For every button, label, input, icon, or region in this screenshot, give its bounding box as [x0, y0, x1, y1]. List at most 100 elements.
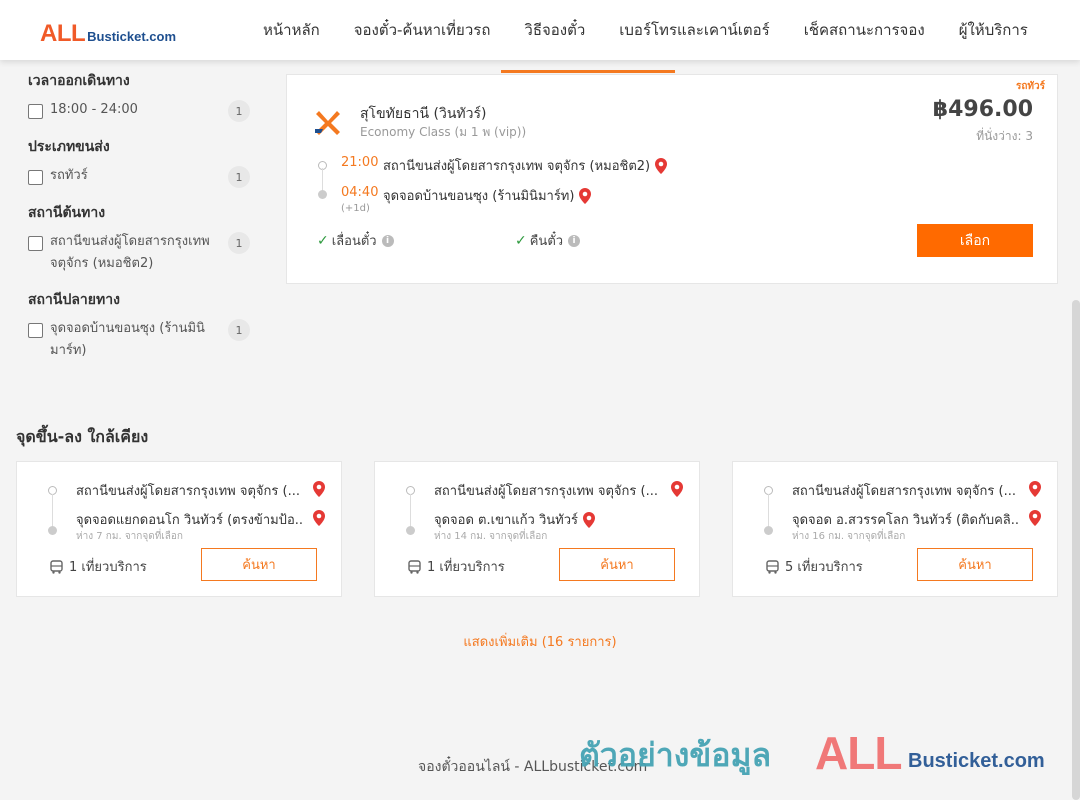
nearby-to-stop: จุดจอด อ.สวรรคโลก วินทัวร์ (ติดกับคลิ... — [792, 513, 1020, 528]
filter-option-label: รถทัวร์ — [50, 168, 88, 183]
seats-available: ที่นั่งว่าง: 3 — [976, 129, 1033, 143]
arrive-time: 04:40 — [341, 185, 379, 200]
depart-stop: สถานีขนส่งผู้โดยสารกรุงเทพ จตุจักร (หมอช… — [383, 155, 668, 176]
filter-option-transport-type[interactable]: รถทัวร์ 1 — [28, 166, 258, 188]
info-icon[interactable]: i — [568, 234, 581, 247]
bus-type-tag: รถทัวร์ — [1015, 81, 1045, 92]
filter-title-departure-time: เวลาออกเดินทาง — [28, 73, 130, 89]
destination-dot-icon — [318, 190, 327, 199]
map-pin-icon[interactable] — [1029, 481, 1041, 497]
top-header: ALL Busticket.com หน้าหลัก จองตั๋ว-ค้นหา… — [0, 0, 1080, 60]
nearby-search-button[interactable]: ค้นหา — [917, 548, 1033, 581]
nearby-trip-count: 5 เที่ยวบริการ — [766, 556, 863, 577]
filter-option-departure-time[interactable]: 18:00 - 24:00 1 — [28, 100, 258, 122]
logo-all-text: ALL — [40, 20, 86, 47]
info-icon[interactable]: i — [381, 234, 394, 247]
arrive-stop-label: จุดจอดบ้านขอนซุง (ร้านมินิมาร์ท) — [383, 189, 575, 204]
filter-count-badge: 1 — [228, 166, 250, 188]
operator-logo-icon — [313, 107, 343, 137]
map-pin-icon[interactable] — [1029, 510, 1041, 526]
depart-time: 21:00 — [341, 155, 379, 170]
nav-how-to-book[interactable]: วิธีจองตั๋ว — [507, 18, 602, 42]
active-tab-indicator — [501, 70, 675, 73]
nearby-to-stop-label: จุดจอด ต.เขาแก้ว วินทัวร์ — [434, 513, 578, 528]
trip-result-card: รถทัวร์ สุโขทัยธานี (วินทัวร์) Economy C… — [286, 74, 1058, 284]
nearby-from-stop: สถานีขนส่งผู้โดยสารกรุงเทพ จตุจักร (... — [434, 484, 658, 499]
map-pin-icon[interactable] — [313, 510, 325, 526]
route-line — [410, 494, 411, 530]
nearby-trip-count-label: 1 เที่ยวบริการ — [427, 560, 505, 575]
select-trip-button[interactable]: เลือก — [917, 224, 1033, 257]
nearby-trip-count-label: 1 เที่ยวบริการ — [69, 560, 147, 575]
filter-option-label: สถานีขนส่งผู้โดยสารกรุงเทพ จตุจักร (หมอช… — [50, 234, 210, 271]
filter-option-origin[interactable]: สถานีขนส่งผู้โดยสารกรุงเทพ จตุจักร (หมอช… — [28, 232, 258, 275]
page-scrollbar[interactable] — [1072, 300, 1080, 800]
nearby-trip-count-label: 5 เที่ยวบริการ — [785, 560, 863, 575]
nearby-card: สถานีขนส่งผู้โดยสารกรุงเทพ จตุจักร (... … — [16, 461, 342, 597]
nearby-distance: ห่าง 16 กม. จากจุดที่เลือก — [792, 531, 906, 542]
show-more-link[interactable]: แสดงเพิ่มเติม (16 รายการ) — [0, 631, 1080, 652]
filter-count-badge: 1 — [228, 232, 250, 254]
nearby-from-stop: สถานีขนส่งผู้โดยสารกรุงเทพ จตุจักร (... — [76, 484, 300, 499]
logo-brand-text: Busticket.com — [87, 29, 177, 44]
nav-book-search[interactable]: จองตั๋ว-ค้นหาเที่ยวรถ — [337, 18, 508, 42]
nearby-trip-count: 1 เที่ยวบริการ — [50, 556, 147, 577]
nav-home[interactable]: หน้าหลัก — [246, 18, 337, 42]
map-pin-icon[interactable] — [671, 481, 683, 497]
bus-class: Economy Class (ม 1 พ (vip)) — [360, 125, 527, 139]
policy-change-ticket: ✓ เลื่อนตั๋ว i — [317, 230, 394, 251]
nearby-card: สถานีขนส่งผู้โดยสารกรุงเทพ จตุจักร (... … — [374, 461, 700, 597]
check-icon: ✓ — [317, 232, 329, 249]
policy-refund-ticket: ✓ คืนตั๋ว i — [515, 230, 581, 251]
destination-dot-icon — [48, 526, 57, 535]
nearby-card: สถานีขนส่งผู้โดยสารกรุงเทพ จตุจักร (... … — [732, 461, 1058, 597]
map-pin-icon[interactable] — [582, 511, 595, 528]
filter-checkbox[interactable] — [28, 170, 43, 185]
site-logo[interactable]: ALL Busticket.com — [40, 20, 176, 48]
nearby-to-stop: จุดจอดแยกดอนโก วินทัวร์ (ตรงข้ามป้อ... — [76, 513, 304, 528]
map-pin-icon[interactable] — [655, 157, 668, 174]
filter-sidebar: เวลาออกเดินทาง 18:00 - 24:00 1 ประเภทขนส… — [28, 66, 258, 368]
map-pin-icon[interactable] — [579, 187, 592, 204]
filter-option-label: 18:00 - 24:00 — [50, 102, 138, 117]
trip-price: ฿496.00 — [932, 97, 1033, 122]
nav-contact-counters[interactable]: เบอร์โทรและเคาน์เตอร์ — [602, 18, 786, 42]
destination-dot-icon — [764, 526, 773, 535]
nearby-distance: ห่าง 7 กม. จากจุดที่เลือก — [76, 531, 183, 542]
filter-title-transport-type: ประเภทขนส่ง — [28, 139, 110, 155]
operator-name: สุโขทัยธานี (วินทัวร์) — [360, 106, 487, 122]
watermark-logo-brand: Busticket.com — [908, 750, 1045, 772]
nearby-stops-title: จุดขึ้น-ลง ใกล้เคียง — [16, 427, 149, 446]
filter-title-destination: สถานีปลายทาง — [28, 292, 120, 308]
filter-option-destination[interactable]: จุดจอดบ้านขอนซุง (ร้านมินิมาร์ท) 1 — [28, 319, 258, 362]
nearby-trip-count: 1 เที่ยวบริการ — [408, 556, 505, 577]
bus-icon — [408, 559, 421, 574]
check-icon: ✓ — [515, 232, 527, 249]
main-nav: หน้าหลัก จองตั๋ว-ค้นหาเที่ยวรถ วิธีจองตั… — [246, 0, 1045, 60]
filter-checkbox[interactable] — [28, 104, 43, 119]
map-pin-icon[interactable] — [313, 481, 325, 497]
filter-checkbox[interactable] — [28, 323, 43, 338]
route-line — [52, 494, 53, 530]
filter-count-badge: 1 — [228, 319, 250, 341]
nav-operators[interactable]: ผู้ให้บริการ — [942, 18, 1045, 42]
route-line — [768, 494, 769, 530]
destination-dot-icon — [406, 526, 415, 535]
nearby-search-button[interactable]: ค้นหา — [201, 548, 317, 581]
policy-refund-label: คืนตั๋ว — [529, 234, 564, 249]
watermark-logo-all: ALL — [815, 727, 902, 779]
arrive-stop: จุดจอดบ้านขอนซุง (ร้านมินิมาร์ท) — [383, 185, 592, 206]
watermark-sample-data: ตัวอย่างข้อมูล — [579, 736, 772, 774]
filter-option-label: จุดจอดบ้านขอนซุง (ร้านมินิมาร์ท) — [50, 321, 205, 358]
bus-icon — [766, 559, 779, 574]
depart-stop-label: สถานีขนส่งผู้โดยสารกรุงเทพ จตุจักร (หมอช… — [383, 159, 651, 174]
filter-title-origin: สถานีต้นทาง — [28, 205, 106, 221]
next-day-indicator: (+1d) — [341, 203, 370, 214]
bus-icon — [50, 559, 63, 574]
nearby-distance: ห่าง 14 กม. จากจุดที่เลือก — [434, 531, 548, 542]
policy-change-label: เลื่อนตั๋ว — [331, 234, 377, 249]
nav-check-status[interactable]: เช็คสถานะการจอง — [787, 18, 942, 42]
filter-checkbox[interactable] — [28, 236, 43, 251]
nearby-from-stop: สถานีขนส่งผู้โดยสารกรุงเทพ จตุจักร (... — [792, 484, 1016, 499]
nearby-search-button[interactable]: ค้นหา — [559, 548, 675, 581]
